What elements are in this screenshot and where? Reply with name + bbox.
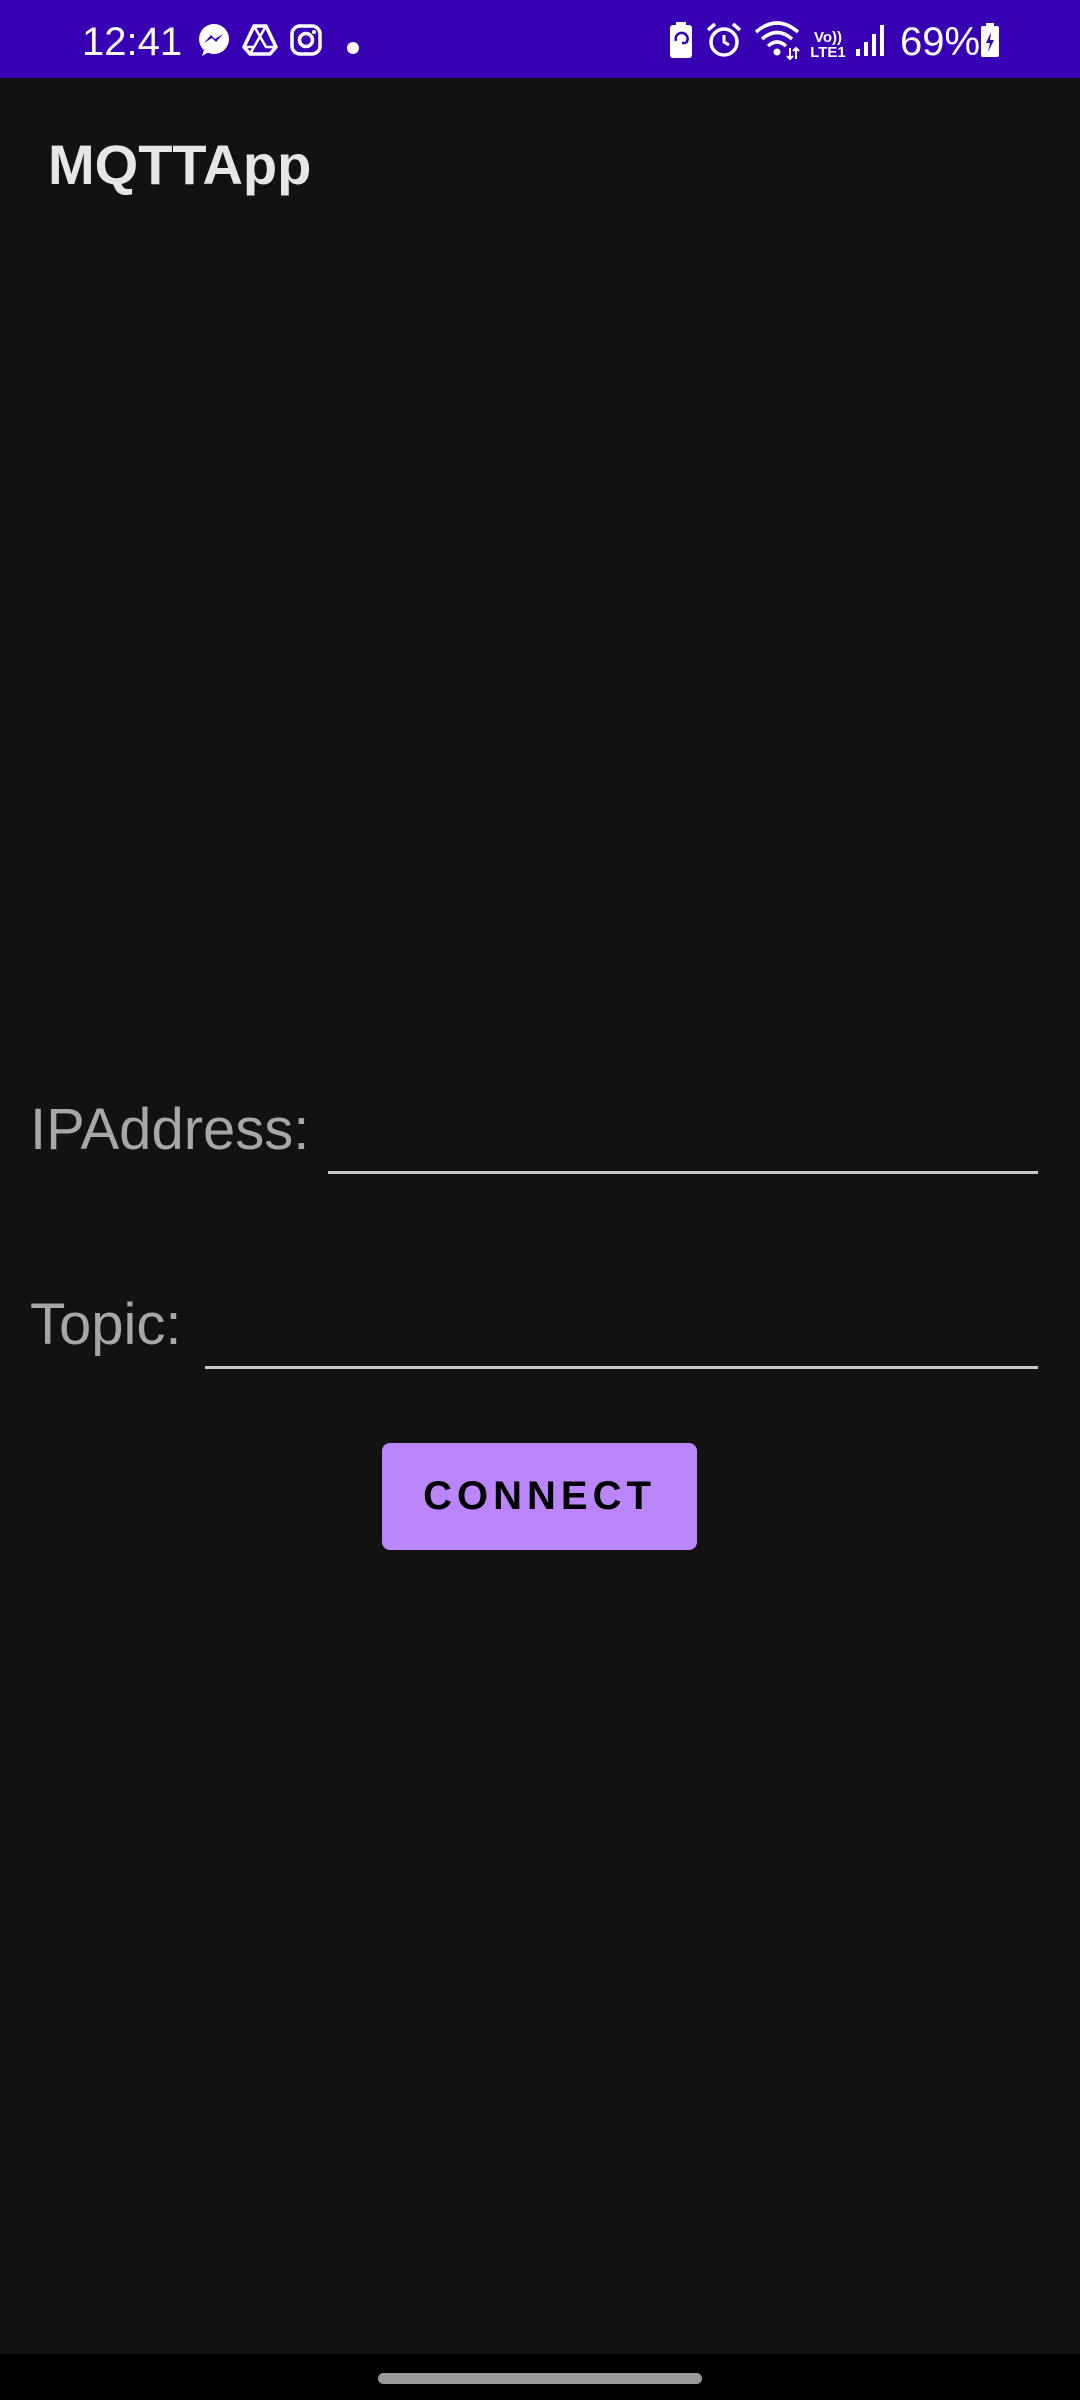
navigation-bar: [0, 2354, 1080, 2400]
drive-icon: [240, 18, 280, 62]
instagram-icon: [286, 18, 326, 62]
battery-saver-icon: [664, 18, 698, 62]
ip-address-input[interactable]: [328, 1090, 1038, 1174]
wifi-icon: [752, 18, 802, 62]
alarm-icon: [704, 18, 744, 62]
topic-input[interactable]: [205, 1285, 1038, 1369]
connect-button[interactable]: CONNECT: [382, 1443, 697, 1550]
app-title: MQTTApp: [48, 133, 312, 196]
lte-top-label: Vo)): [813, 29, 843, 46]
home-gesture-handle[interactable]: [378, 2373, 702, 2384]
status-bar: 12:41 Vo)) LTE1 69%: [0, 0, 1080, 78]
screen: 12:41 Vo)) LTE1 69% MQTTApp IPAddress: T…: [0, 0, 1080, 2400]
ip-address-label: IPAddress:: [30, 1097, 310, 1162]
signal-icon: [852, 18, 888, 62]
notification-dot-icon: [347, 42, 359, 54]
battery-percentage: 69%: [900, 20, 981, 64]
lte-bottom-label: LTE1: [810, 44, 846, 61]
messenger-icon: [194, 18, 234, 62]
battery-icon: [978, 18, 1002, 62]
status-time: 12:41: [82, 20, 183, 64]
topic-label: Topic:: [30, 1292, 182, 1357]
lte-indicator: Vo)) LTE1: [808, 30, 848, 60]
